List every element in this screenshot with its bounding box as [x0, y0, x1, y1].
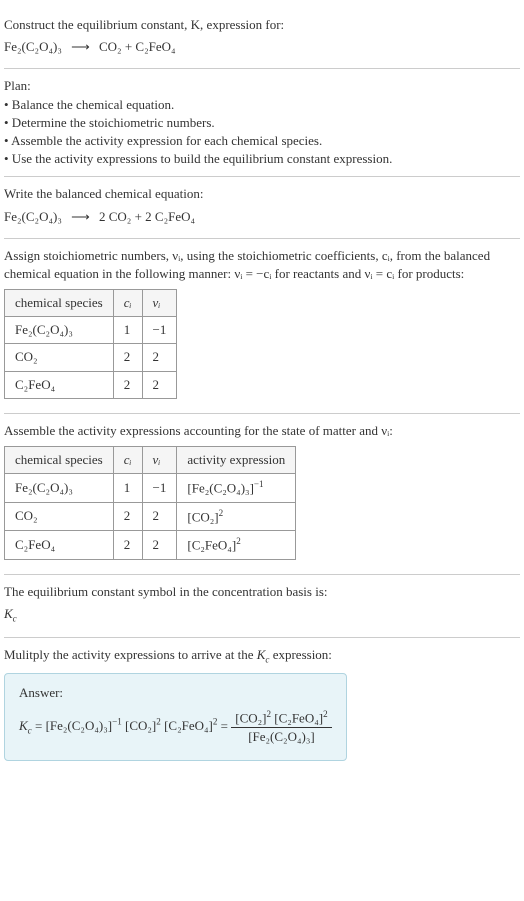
answer-equation: Kc = [Fe₂(C₂O₄)₃]−1 [CO₂]2 [C₂FeO₄]2 = […: [19, 708, 332, 747]
table-header-row: chemical species cᵢ νᵢ activity expressi…: [5, 447, 296, 474]
c-cell: 2: [113, 531, 142, 560]
table-header: νᵢ: [142, 290, 177, 317]
species-cell: C₂FeO₄: [5, 371, 114, 398]
species-cell: CO₂: [5, 502, 114, 531]
plan-item: • Determine the stoichiometric numbers.: [4, 114, 520, 132]
activity-section: Assemble the activity expressions accoun…: [4, 414, 520, 575]
v-cell: −1: [142, 474, 177, 503]
table-row: CO₂ 2 2 [CO₂]2: [5, 502, 296, 531]
expr-cell: [C₂FeO₄]2: [177, 531, 296, 560]
eq-sign: =: [221, 718, 232, 733]
answer-box: Answer: Kc = [Fe₂(C₂O₄)₃]−1 [CO₂]2 [C₂Fe…: [4, 673, 347, 762]
species-cell: Fe₂(C₂O₄)₃: [5, 317, 114, 344]
plan-item: • Use the activity expressions to build …: [4, 150, 520, 168]
term2: [CO₂]2: [125, 718, 161, 733]
c-cell: 1: [113, 317, 142, 344]
c-cell: 2: [113, 371, 142, 398]
stoich-text: Assign stoichiometric numbers, νᵢ, using…: [4, 247, 520, 283]
balanced-section: Write the balanced chemical equation: Fe…: [4, 177, 520, 238]
plan-item: • Balance the chemical equation.: [4, 96, 520, 114]
activity-text: Assemble the activity expressions accoun…: [4, 422, 520, 440]
answer-fraction: [CO₂]2 [C₂FeO₄]2 [Fe₂(C₂O₄)₃]: [231, 708, 331, 747]
v-cell: 2: [142, 371, 177, 398]
table-header: chemical species: [5, 447, 114, 474]
balanced-equation: Fe₂(C₂O₄)₃ ⟶ 2 CO₂ + 2 C₂FeO₄: [4, 208, 520, 226]
intro-eq-rhs: CO₂ + C₂FeO₄: [99, 39, 176, 54]
term1: [Fe₂(C₂O₄)₃]−1: [46, 718, 122, 733]
table-header: cᵢ: [113, 290, 142, 317]
plan-section: Plan: • Balance the chemical equation. •…: [4, 69, 520, 177]
fraction-numerator: [CO₂]2 [C₂FeO₄]2: [231, 708, 331, 729]
intro-eq-lhs: Fe₂(C₂O₄)₃: [4, 39, 62, 54]
table-row: CO₂ 2 2: [5, 344, 177, 371]
eq-sign: =: [35, 718, 46, 733]
intro-section: Construct the equilibrium constant, K, e…: [4, 8, 520, 69]
table-row: Fe₂(C₂O₄)₃ 1 −1 [Fe₂(C₂O₄)₃]−1: [5, 474, 296, 503]
multiply-section: Mulitply the activity expressions to arr…: [4, 638, 520, 775]
fraction-denominator: [Fe₂(C₂O₄)₃]: [231, 728, 331, 746]
table-header: cᵢ: [113, 447, 142, 474]
expr-cell: [Fe₂(C₂O₄)₃]−1: [177, 474, 296, 503]
c-cell: 2: [113, 502, 142, 531]
plan-item: • Assemble the activity expression for e…: [4, 132, 520, 150]
intro-line1: Construct the equilibrium constant, K, e…: [4, 17, 284, 32]
answer-label: Answer:: [19, 684, 332, 702]
balanced-eq-rhs: 2 CO₂ + 2 C₂FeO₄: [99, 209, 195, 224]
table-header: activity expression: [177, 447, 296, 474]
v-cell: 2: [142, 344, 177, 371]
v-cell: 2: [142, 531, 177, 560]
c-cell: 2: [113, 344, 142, 371]
table-row: C₂FeO₄ 2 2 [C₂FeO₄]2: [5, 531, 296, 560]
stoich-section: Assign stoichiometric numbers, νᵢ, using…: [4, 239, 520, 414]
arrow-icon: ⟶: [71, 208, 90, 226]
multiply-text: Mulitply the activity expressions to arr…: [4, 646, 520, 666]
expr-cell: [CO₂]2: [177, 502, 296, 531]
table-header: νᵢ: [142, 447, 177, 474]
v-cell: −1: [142, 317, 177, 344]
intro-text: Construct the equilibrium constant, K, e…: [4, 16, 520, 34]
activity-table: chemical species cᵢ νᵢ activity expressi…: [4, 446, 296, 560]
c-cell: 1: [113, 474, 142, 503]
term3: [C₂FeO₄]2: [164, 718, 217, 733]
table-row: C₂FeO₄ 2 2: [5, 371, 177, 398]
symbol-section: The equilibrium constant symbol in the c…: [4, 575, 520, 639]
plan-heading: Plan:: [4, 77, 520, 95]
answer-kc: Kc: [19, 718, 32, 733]
table-header-row: chemical species cᵢ νᵢ: [5, 290, 177, 317]
table-row: Fe₂(C₂O₄)₃ 1 −1: [5, 317, 177, 344]
symbol-value: Kc: [4, 605, 520, 625]
species-cell: Fe₂(C₂O₄)₃: [5, 474, 114, 503]
v-cell: 2: [142, 502, 177, 531]
balanced-heading: Write the balanced chemical equation:: [4, 185, 520, 203]
table-header: chemical species: [5, 290, 114, 317]
balanced-eq-lhs: Fe₂(C₂O₄)₃: [4, 209, 62, 224]
symbol-text: The equilibrium constant symbol in the c…: [4, 583, 520, 601]
species-cell: CO₂: [5, 344, 114, 371]
species-cell: C₂FeO₄: [5, 531, 114, 560]
intro-equation: Fe₂(C₂O₄)₃ ⟶ CO₂ + C₂FeO₄: [4, 38, 520, 56]
arrow-icon: ⟶: [71, 38, 90, 56]
stoich-table: chemical species cᵢ νᵢ Fe₂(C₂O₄)₃ 1 −1 C…: [4, 289, 177, 399]
